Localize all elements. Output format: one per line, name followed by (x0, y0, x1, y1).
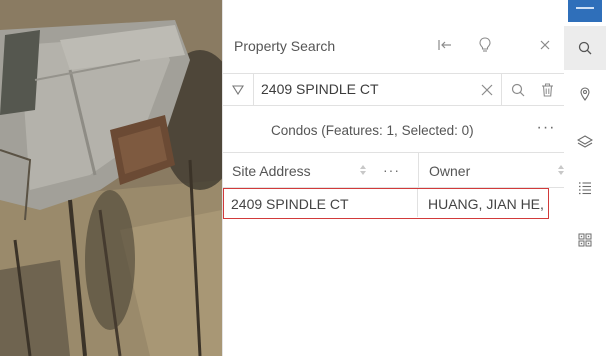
widget-toolbar (564, 0, 606, 356)
column-header-owner[interactable]: Owner (429, 163, 470, 179)
panel-header: Property Search (223, 0, 565, 70)
filter-icon[interactable] (227, 79, 249, 101)
results-table: Site Address ··· Owner 2409 SPINDLE CT H… (223, 152, 565, 219)
search-bar: 2409 SPINDLE CT (223, 73, 565, 106)
column-divider[interactable] (418, 153, 419, 188)
delete-icon[interactable] (536, 79, 558, 101)
search-divider (501, 74, 502, 105)
search-input[interactable]: 2409 SPINDLE CT (261, 81, 379, 97)
table-header: Site Address ··· Owner (223, 152, 565, 188)
property-search-panel: Property Search 2409 SPINDLE CT Condos (… (222, 0, 565, 356)
search-icon[interactable] (507, 79, 529, 101)
cell-owner: HUANG, JIAN HE, CHI (428, 196, 546, 212)
column-more-button[interactable]: ··· (383, 162, 400, 178)
lightbulb-icon[interactable] (474, 34, 496, 56)
cell-site-address: 2409 SPINDLE CT (231, 196, 349, 212)
menu-icon[interactable] (568, 0, 602, 22)
search-icon[interactable] (564, 26, 606, 70)
location-pin-icon[interactable] (564, 72, 606, 116)
layers-icon[interactable] (564, 120, 606, 164)
column-divider (417, 189, 418, 217)
qr-grid-icon[interactable] (564, 218, 606, 262)
sort-icon[interactable] (359, 165, 367, 177)
layer-header: Condos (Features: 1, Selected: 0) ··· (223, 107, 565, 151)
clear-icon[interactable] (476, 79, 498, 101)
search-divider (253, 74, 254, 105)
list-icon[interactable] (564, 166, 606, 210)
panel-title: Property Search (234, 38, 336, 54)
collapse-panel-icon[interactable] (434, 34, 456, 56)
layer-title: Condos (Features: 1, Selected: 0) (271, 123, 474, 138)
column-header-site-address[interactable]: Site Address (232, 163, 311, 179)
table-row[interactable]: 2409 SPINDLE CT HUANG, JIAN HE, CHI (223, 188, 549, 219)
close-icon[interactable] (534, 34, 556, 56)
aerial-map[interactable] (0, 0, 222, 356)
layer-more-button[interactable]: ··· (533, 119, 559, 139)
